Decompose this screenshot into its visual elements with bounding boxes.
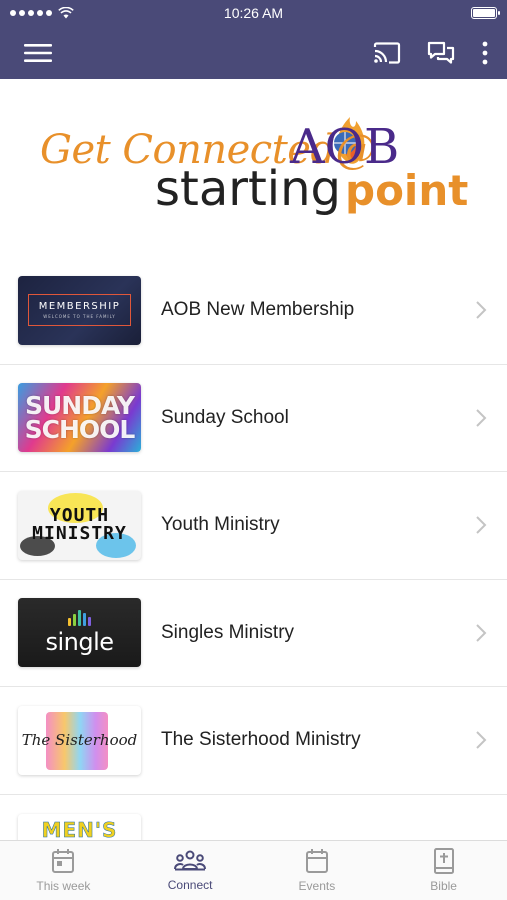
membership-thumbnail: MEMBERSHIP WELCOME TO THE FAMILY [18,275,141,345]
wifi-icon [58,7,74,19]
status-time: 10:26 AM [223,5,284,21]
list-item-label: Singles Ministry [161,621,295,643]
mens-ministry-thumbnail: MEN'S [18,813,141,841]
list-item-label: The Sisterhood Ministry [161,729,361,751]
sunday-thumb-line2: SCHOOL [24,414,136,444]
list-item-membership[interactable]: MEMBERSHIP WELCOME TO THE FAMILY AOB New… [0,257,507,365]
mens-thumb-text: MEN'S [41,817,118,841]
chat-bubbles-icon[interactable] [427,41,455,65]
sisterhood-ministry-thumbnail: The Sisterhood [18,705,141,775]
tab-events[interactable]: Events [254,841,381,900]
tab-label: Events [298,879,336,893]
list-item-label: AOB New Membership [161,299,355,321]
sisterhood-thumb-text: The Sisterhood [21,731,138,750]
list-item-sunday-school[interactable]: SUNDAY SCHOOL Sunday School [0,365,507,472]
tab-bible[interactable]: Bible [380,841,507,900]
app-toolbar [0,26,507,79]
list-item-label: Youth Ministry [161,514,280,536]
sunday-school-thumbnail: SUNDAY SCHOOL [18,383,141,453]
people-group-icon [174,850,207,871]
tab-label: Bible [430,879,457,893]
banner-line2-b: point [345,166,468,215]
membership-thumb-text: MEMBERSHIP [38,301,121,313]
battery-icon [471,7,500,19]
list-item-singles-ministry[interactable]: single Singles Ministry [0,580,507,687]
chevron-right-icon [476,731,487,749]
bottom-tab-bar: This week Connect Events Bible [0,840,507,900]
calendar-icon [305,849,328,873]
youth-thumb-line2: MINISTRY [32,523,127,545]
hamburger-menu-icon[interactable] [24,43,52,63]
signal-strength-icon [10,10,52,16]
tab-label: This week [36,879,91,893]
signal-group [10,7,74,19]
chevron-right-icon [476,624,487,642]
tab-label: Connect [167,878,213,892]
list-item-mens-ministry[interactable]: MEN'S [0,795,507,841]
banner-logo: Get Connected@ AOB starting point [40,117,468,217]
chevron-right-icon [476,516,487,534]
tab-connect[interactable]: Connect [127,841,254,900]
list-item-label: Sunday School [161,406,289,428]
list-item-sisterhood-ministry[interactable]: The Sisterhood The Sisterhood Ministry [0,687,507,795]
bible-icon [433,848,454,874]
chevron-right-icon [476,409,487,427]
equalizer-icon [68,609,91,626]
ministry-list: MEMBERSHIP WELCOME TO THE FAMILY AOB New… [0,257,507,840]
banner-line2-a: starting [155,161,341,217]
membership-thumb-sub: WELCOME TO THE FAMILY [43,314,116,320]
cast-icon[interactable] [373,41,401,64]
list-item-youth-ministry[interactable]: YOUTH MINISTRY Youth Ministry [0,472,507,580]
calendar-today-icon [52,849,75,873]
youth-ministry-thumbnail: YOUTH MINISTRY [18,490,141,560]
tab-this-week[interactable]: This week [0,841,127,900]
more-vertical-icon[interactable] [481,41,489,65]
singles-thumb-text: single [45,627,114,656]
status-bar: 10:26 AM [0,0,507,26]
toolbar-actions [373,41,489,65]
connect-banner: Get Connected@ AOB starting point [0,79,507,257]
chevron-right-icon [476,301,487,319]
singles-ministry-thumbnail: single [18,598,141,668]
